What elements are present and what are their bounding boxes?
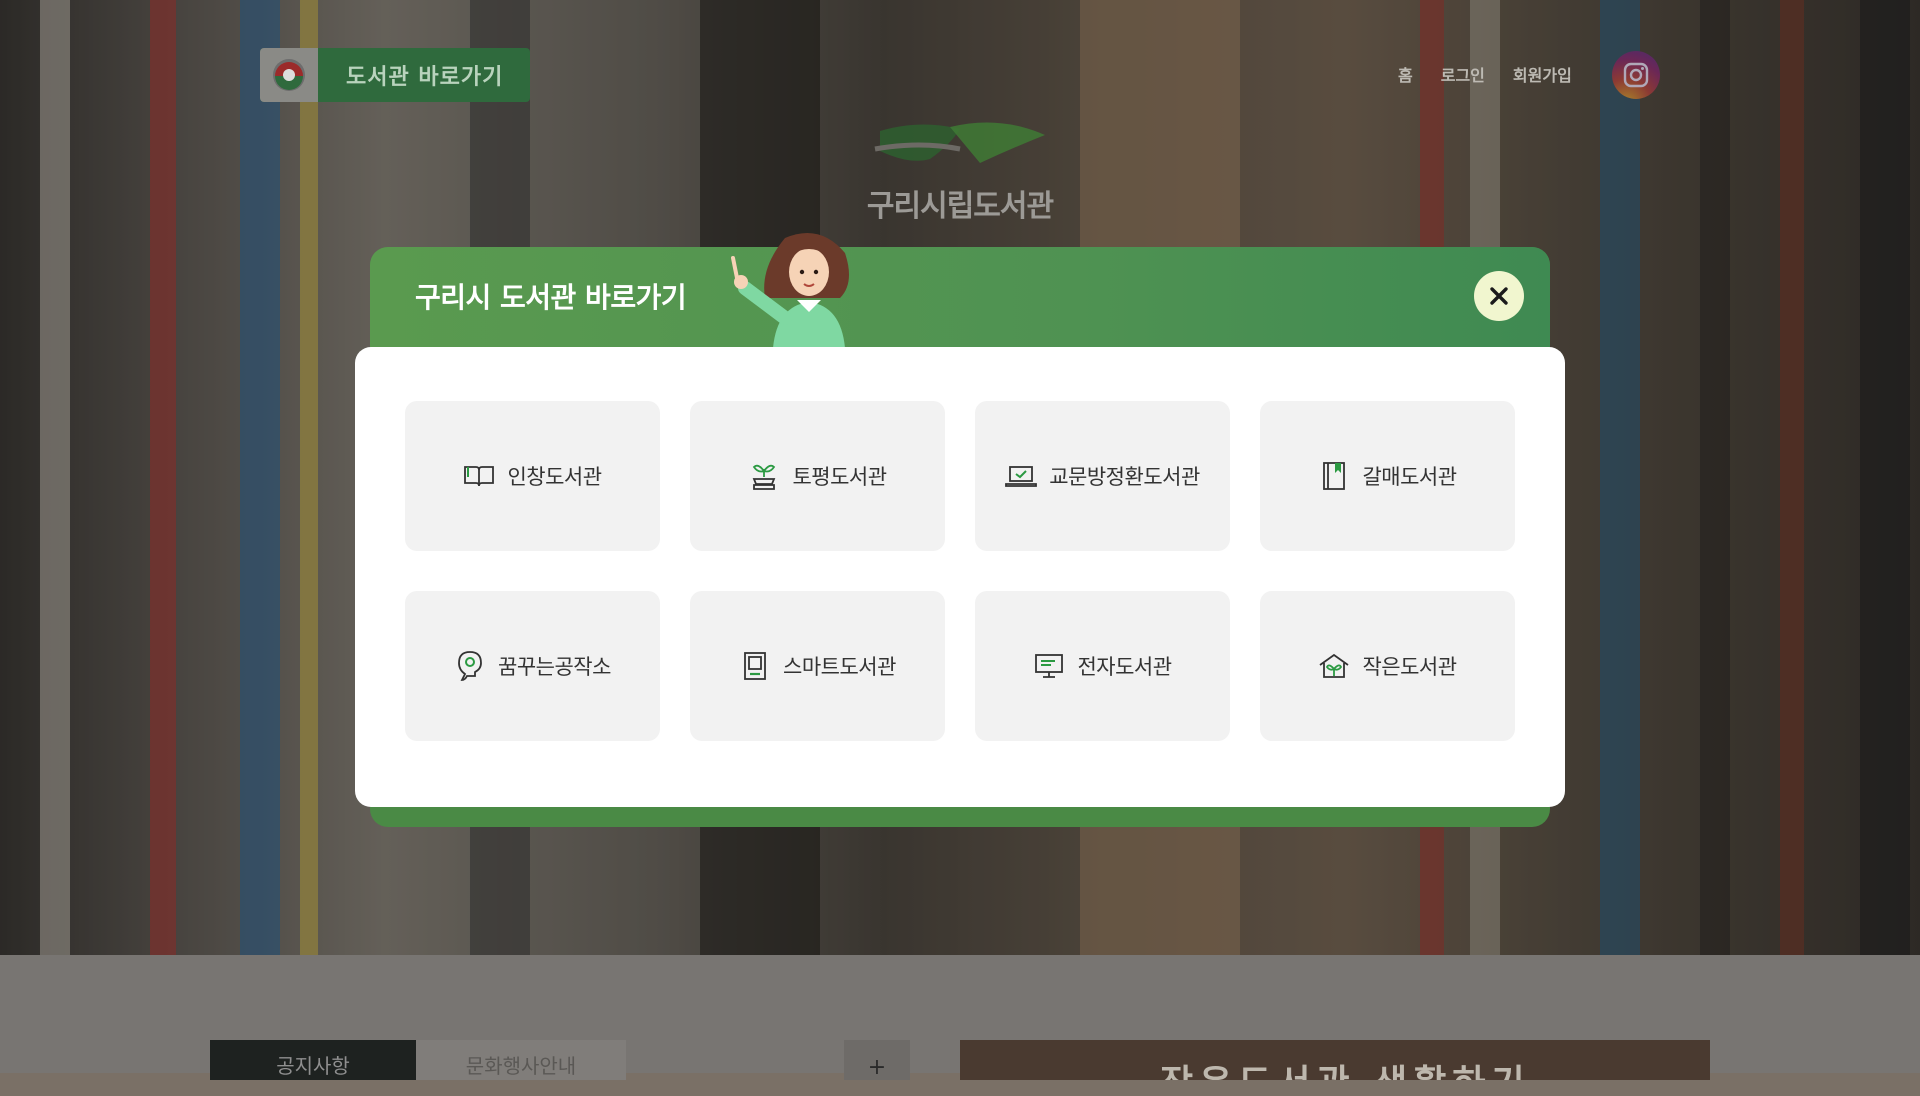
library-card-label: 꿈꾸는공작소 (498, 655, 611, 679)
library-card-topyeong[interactable]: 토평도서관 (690, 401, 945, 551)
library-card-galmae[interactable]: 갈매도서관 (1260, 401, 1515, 551)
library-card-label: 토평도서관 (792, 465, 887, 489)
monitor-icon (1033, 650, 1065, 682)
sprout-book-icon (748, 460, 780, 492)
library-card-small[interactable]: 작은도서관 (1260, 591, 1515, 741)
site-logo-mark-icon (874, 122, 1045, 163)
kiosk-icon (739, 650, 771, 682)
tab-events[interactable]: 문화행사안내 (416, 1040, 626, 1080)
bookmark-book-icon (1318, 460, 1350, 492)
library-card-label: 교문방정환도서관 (1049, 465, 1200, 489)
close-icon (1490, 287, 1508, 305)
promo-banner-text: 작은도서관 생활하기 (1160, 1054, 1531, 1080)
house-sprout-icon (1318, 650, 1350, 682)
library-card-label: 스마트도서관 (783, 655, 896, 679)
more-button[interactable]: + (844, 1040, 910, 1080)
library-card-inchang[interactable]: 인창도서관 (405, 401, 660, 551)
library-card-gyomun[interactable]: 교문방정환도서관 (975, 401, 1230, 551)
library-card-dream-workshop[interactable]: 꿈꾸는공작소 (405, 591, 660, 741)
pointing-girl-illustration (731, 233, 849, 348)
library-shortcut-button[interactable]: 도서관 바로가기 (260, 48, 530, 102)
nav-signup[interactable]: 회원가입 (1513, 62, 1572, 86)
modal-close-button[interactable] (1474, 271, 1524, 321)
library-card-label: 전자도서관 (1077, 655, 1172, 679)
library-card-electronic[interactable]: 전자도서관 (975, 591, 1230, 741)
library-card-smart[interactable]: 스마트도서관 (690, 591, 945, 741)
tab-notice[interactable]: 공지사항 (210, 1040, 416, 1080)
instagram-icon[interactable] (1612, 51, 1660, 99)
open-book-icon (463, 460, 495, 492)
site-logo-text: 구리시립도서관 (866, 189, 1054, 224)
city-emblem-icon (260, 48, 318, 102)
laptop-check-icon (1005, 460, 1038, 492)
modal-title: 구리시 도서관 바로가기 (415, 281, 687, 314)
nav-login[interactable]: 로그인 (1441, 62, 1485, 86)
top-nav: 홈 로그인 회원가입 (1398, 62, 1572, 86)
library-shortcut-label: 도서관 바로가기 (346, 65, 504, 90)
lightbulb-head-icon (454, 650, 486, 682)
site-logo[interactable]: 구리시립도서관 (845, 115, 1075, 225)
promo-banner[interactable]: 작은도서관 생활하기 (960, 1040, 1710, 1080)
library-card-label: 인창도서관 (507, 465, 602, 489)
library-card-label: 작은도서관 (1362, 655, 1457, 679)
library-grid: 인창도서관 토평도서관 교문방정환도서관 갈매도서관 꿈꾸는공작소 스마트도서관 (405, 401, 1515, 741)
nav-home[interactable]: 홈 (1398, 62, 1413, 86)
library-card-label: 갈매도서관 (1362, 465, 1457, 489)
